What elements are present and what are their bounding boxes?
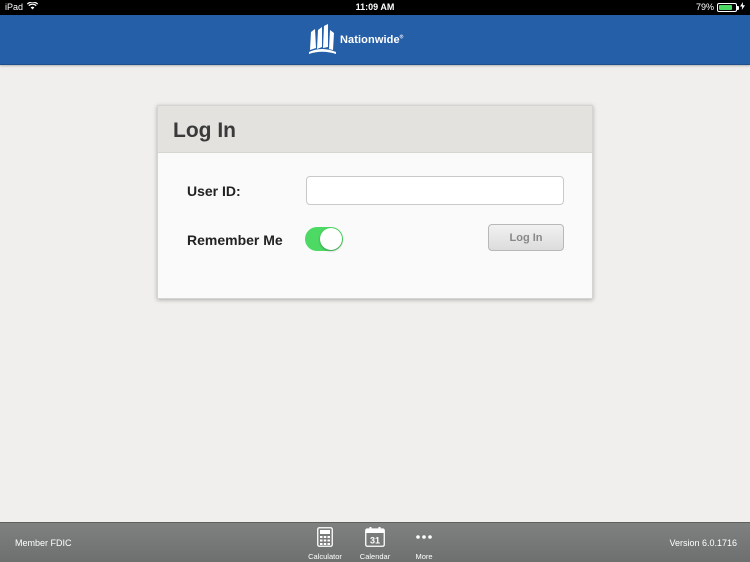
tab-calendar-label: Calendar bbox=[359, 552, 391, 561]
bottom-tab-bar: Member FDIC Calculator 31 Calendar More … bbox=[0, 522, 750, 562]
battery-icon bbox=[717, 2, 739, 12]
battery-percent: 79% bbox=[695, 2, 714, 12]
registered-mark: ® bbox=[399, 34, 404, 41]
login-button[interactable]: Log In bbox=[488, 224, 564, 251]
remember-me-toggle[interactable] bbox=[305, 227, 343, 251]
login-card: Log In User ID: Remember Me Log In bbox=[157, 105, 593, 299]
login-card-header: Log In bbox=[158, 106, 592, 153]
tab-more[interactable]: More bbox=[399, 526, 449, 561]
tab-calculator[interactable]: Calculator bbox=[300, 526, 350, 561]
user-id-label: User ID: bbox=[187, 183, 241, 199]
status-bar: iPad 11:09 AM 79% bbox=[0, 0, 750, 15]
more-icon bbox=[416, 535, 432, 539]
nationwide-logo: Nationwide® bbox=[309, 24, 403, 56]
remember-me-label: Remember Me bbox=[187, 232, 283, 248]
status-right: 79% bbox=[696, 2, 745, 12]
member-fdic-label: Member FDIC bbox=[15, 538, 72, 548]
version-label: Version 6.0.1716 bbox=[669, 538, 737, 548]
tab-calculator-label: Calculator bbox=[308, 552, 342, 561]
nationwide-eagle-icon bbox=[309, 24, 336, 54]
calculator-icon bbox=[317, 527, 333, 547]
tab-calendar[interactable]: 31 Calendar bbox=[350, 526, 400, 561]
toggle-knob bbox=[320, 228, 342, 250]
app-header: Nationwide® bbox=[0, 15, 750, 65]
calendar-icon: 31 bbox=[365, 527, 385, 547]
status-time: 11:09 AM bbox=[355, 2, 395, 12]
brand-name: Nationwide® bbox=[340, 34, 404, 46]
calendar-date: 31 bbox=[370, 536, 380, 546]
user-id-input[interactable] bbox=[306, 176, 564, 205]
login-title: Log In bbox=[173, 119, 236, 142]
tab-more-label: More bbox=[415, 552, 433, 561]
charging-icon bbox=[740, 2, 745, 12]
